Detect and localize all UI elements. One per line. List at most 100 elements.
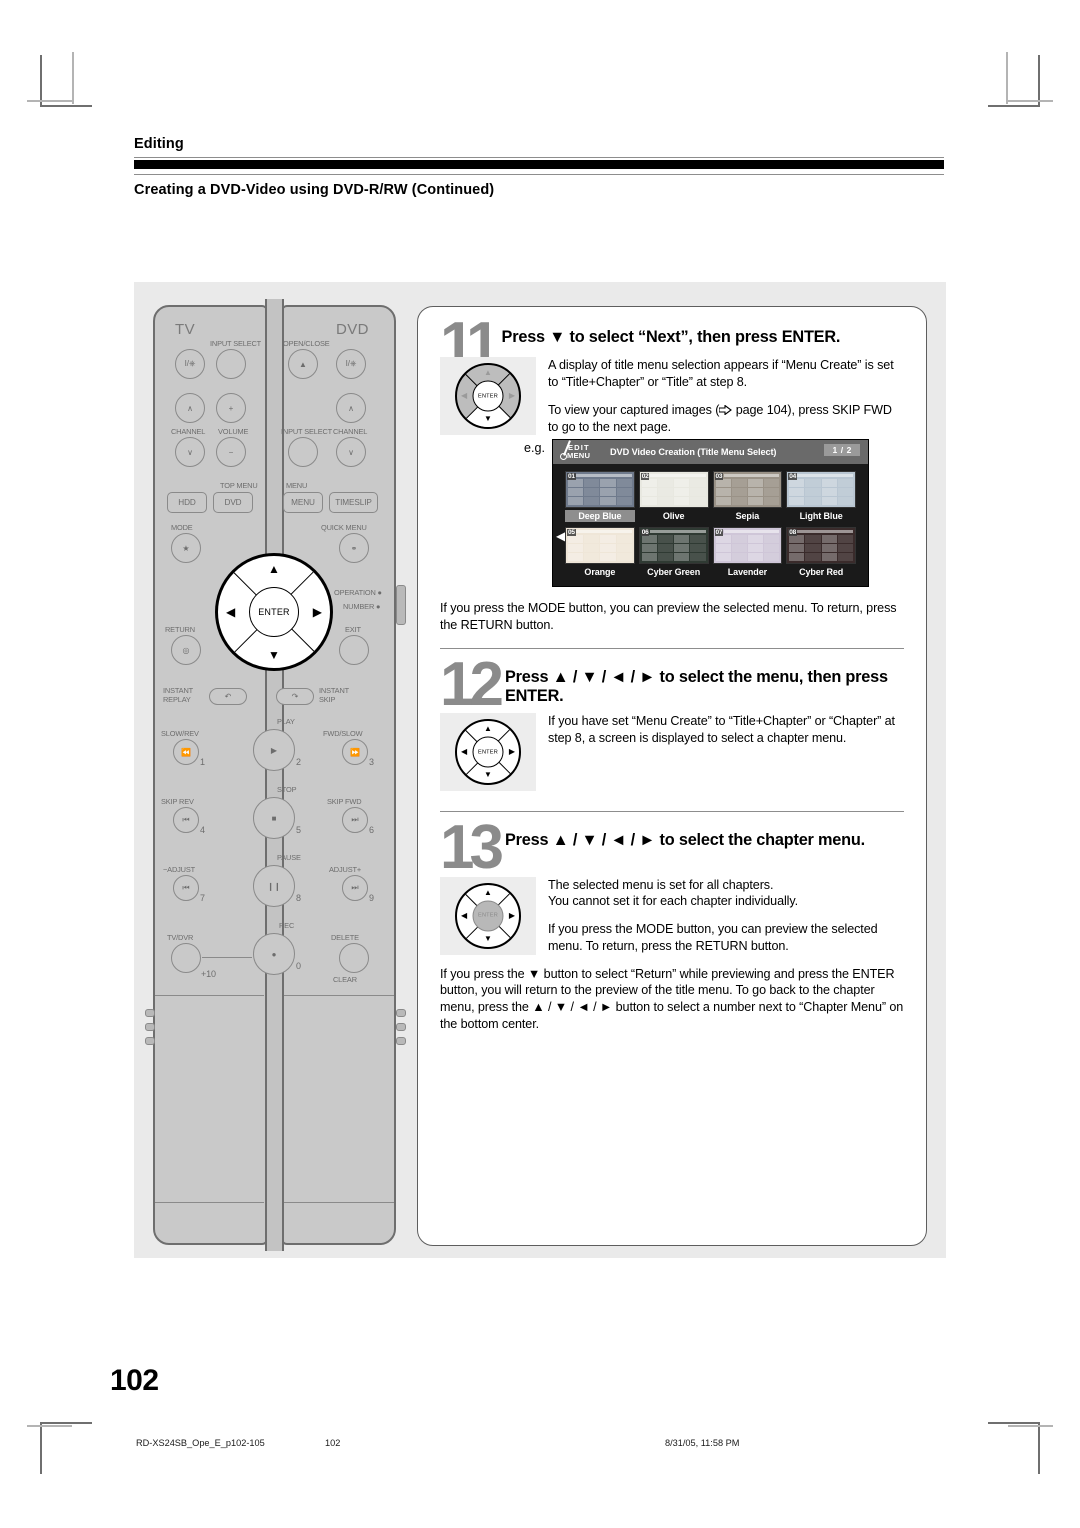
remote-input-select-right-button[interactable] (288, 437, 318, 467)
menu-thumbnail-titlebar (723, 530, 780, 534)
remote-slow-rev-button[interactable]: ⏪ (173, 739, 199, 765)
remote-dpad-up-icon[interactable]: ▲ (268, 563, 280, 575)
menu-thumbnail-item[interactable]: 07 Lavender (712, 527, 783, 578)
remote-mode-button[interactable]: ★ (171, 533, 201, 563)
remote-side-notch-l1 (145, 1009, 155, 1017)
remote-label-top-menu: TOP MENU (220, 481, 258, 490)
menu-thumbnail-cells (715, 479, 780, 506)
dpad-left-icon: ◀ (461, 747, 468, 757)
step-13-paragraph-3: If you press the ▼ button to select “Ret… (440, 966, 904, 1031)
remote-number-5: 5 (296, 825, 301, 835)
remote-label-pause: PAUSE (277, 853, 301, 862)
remote-number-3: 3 (369, 757, 374, 767)
content-shell: TV DVD INPUT SELECT OPEN/CLOSE I/⎈ ▲ I/⎈… (134, 282, 946, 1258)
remote-dpad-left-icon[interactable]: ◀ (226, 606, 235, 618)
menu-thumbnail-badge: 03 (714, 473, 724, 481)
remote-open-close-button[interactable]: ▲ (288, 349, 318, 379)
remote-channel-down-right-button[interactable]: ∨ (336, 437, 366, 467)
remote-number-6: 6 (369, 825, 374, 835)
remote-dpad-down-icon[interactable]: ▼ (268, 649, 280, 661)
remote-dpad-right-icon[interactable]: ▶ (313, 606, 322, 618)
step-12-dpad-illustration: ▲ ▼ ◀ ▶ ENTER (440, 713, 536, 792)
remote-timeslip-button[interactable]: TIMESLIP (329, 492, 378, 513)
remote-skip-rev-button[interactable]: ⏮ (173, 807, 199, 833)
step-12-paragraph-1: If you have set “Menu Create” to “Title+… (548, 714, 895, 745)
dpad-right-icon: ▶ (508, 910, 515, 920)
remote-side-notch-r1 (396, 1009, 406, 1017)
step-11: 11 Press ▼ to select “Next”, then press … (418, 307, 926, 634)
menu-thumbnail-cells (641, 479, 706, 506)
menu-thumbnail-item[interactable]: 06 Cyber Green (638, 527, 709, 578)
remote-number-0: 0 (296, 961, 301, 971)
remote-label-open-close: OPEN/CLOSE (283, 339, 330, 348)
remote-skip-fwd-button[interactable]: ⏭ (342, 807, 368, 833)
screenshot-prev-arrow-icon[interactable]: ◀ (556, 530, 565, 542)
remote-dvd-button[interactable]: DVD (213, 492, 253, 513)
footer-filename: RD-XS24SB_Ope_E_p102-105 (136, 1438, 265, 1448)
remote-pause-button[interactable]: ❙❙ (253, 865, 295, 907)
menu-thumbnail-badge: 06 (640, 529, 650, 537)
remote-delete-clear-button[interactable] (339, 943, 369, 973)
remote-menu-button[interactable]: MENU (283, 492, 323, 513)
menu-thumbnail-item[interactable]: 01 Deep Blue (565, 471, 635, 523)
remote-return-button[interactable]: ◎ (171, 635, 201, 665)
header-rule-thin-2 (134, 174, 944, 175)
remote-fwd-slow-button[interactable]: ⏩ (342, 739, 368, 765)
remote-label-fwd-slow: FWD/SLOW (323, 729, 363, 738)
remote-dpad[interactable]: ▲ ▼ ◀ ▶ ENTER (215, 553, 333, 671)
remote-label-mode: MODE (171, 523, 193, 532)
remote-channel-up-right-button[interactable]: ∧ (336, 393, 366, 423)
remote-adjust-minus-button[interactable]: ⏮ (173, 875, 199, 901)
tv-screenshot-inset: EDIT MENU DVD Video Creation (Title Menu… (552, 439, 870, 604)
remote-label-instant-replay: INSTANT REPLAY (163, 686, 194, 704)
menu-thumbnail-item[interactable]: 03 Sepia (712, 471, 783, 522)
remote-label-plus10: +10 (201, 969, 216, 979)
remote-channel-up-left-button[interactable]: ∧ (175, 393, 205, 423)
remote-channel-down-left-button[interactable]: ∨ (175, 437, 205, 467)
remote-side-notch-l2 (145, 1023, 155, 1031)
menu-thumbnail-preview: 02 (638, 471, 709, 509)
remote-label-delete: DELETE (331, 933, 359, 942)
menu-thumbnail-titlebar (797, 474, 854, 478)
remote-instant-skip-button[interactable]: ↷ (276, 688, 314, 705)
header-rule-thin (134, 157, 944, 158)
remote-number-1: 1 (200, 757, 205, 767)
remote-label-slow-rev: SLOW/REV (161, 729, 199, 738)
dpad-enter-label: ENTER (472, 900, 504, 932)
remote-dvd-power-button[interactable]: I/⎈ (336, 349, 366, 379)
remote-volume-down-button[interactable]: − (216, 437, 246, 467)
screenshot-next-arrow-icon[interactable]: ▶ (856, 592, 865, 604)
menu-thumbnail-cells (568, 479, 632, 506)
remote-quick-menu-button[interactable]: ⚭ (339, 533, 369, 563)
remote-play-button[interactable]: ▶ (253, 729, 295, 771)
remote-rec-button[interactable]: ● (253, 933, 295, 975)
remote-enter-button[interactable]: ENTER (249, 587, 299, 637)
dpad-left-icon: ◀ (461, 391, 468, 401)
remote-label-skip-rev: SKIP REV (161, 797, 194, 806)
remote-hdd-button[interactable]: HDD (167, 492, 207, 513)
remote-instant-replay-button[interactable]: ↶ (209, 688, 247, 705)
step-13-paragraph-2: If you press the MODE button, you can pr… (548, 922, 878, 953)
step-13-title: Press ▲ / ▼ / ◄ / ► to select the chapte… (504, 831, 865, 850)
remote-adjust-plus-button[interactable]: ⏭ (342, 875, 368, 901)
remote-tv-power-button[interactable]: I/⎈ (175, 349, 205, 379)
remote-volume-up-button[interactable]: + (216, 393, 246, 423)
remote-tv-dvr-button[interactable] (171, 943, 201, 973)
menu-thumbnail-item[interactable]: 04 Light Blue (786, 471, 857, 522)
screenshot-title: DVD Video Creation (Title Menu Select) (610, 447, 777, 458)
menu-thumbnail-preview: 03 (712, 471, 783, 509)
menu-thumbnail-item[interactable]: 02 Olive (638, 471, 709, 522)
remote-label-instant-skip: INSTANT SKIP (319, 686, 350, 704)
menu-thumbnail-item[interactable]: 08 Cyber Red (786, 527, 857, 578)
remote-label-dvd: DVD (336, 321, 369, 338)
menu-thumbnail-badge: 05 (567, 529, 576, 537)
remote-input-select-left-button[interactable] (216, 349, 246, 379)
menu-thumbnail-item[interactable]: 05 Orange (565, 527, 635, 578)
remote-side-notch-r2 (396, 1023, 406, 1031)
menu-thumbnail-badge: 04 (788, 473, 797, 481)
menu-thumbnail-cells (789, 535, 854, 562)
remote-label-channel-right: CHANNEL (333, 427, 368, 436)
remote-exit-button[interactable] (339, 635, 369, 665)
remote-stop-button[interactable]: ■ (253, 797, 295, 839)
remote-label-exit: EXIT (345, 625, 361, 634)
